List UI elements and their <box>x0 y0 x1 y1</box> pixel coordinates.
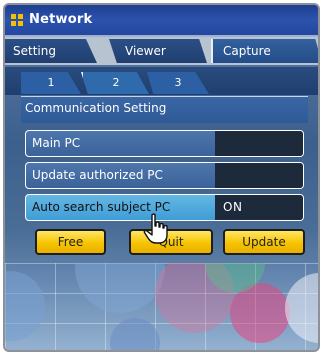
main-tabs: Setting Viewer Capture <box>5 37 318 65</box>
tab-setting[interactable]: Setting <box>5 39 97 63</box>
free-button[interactable]: Free <box>35 229 106 255</box>
network-window: Network Setting Viewer Capture 1 2 3 Com… <box>3 3 320 352</box>
setting-row-main-pc[interactable]: Main PC <box>25 130 304 157</box>
row-label: Auto search subject PC <box>32 200 171 214</box>
subtab-2[interactable]: 2 <box>81 72 149 94</box>
section-header: Communication Setting <box>21 96 308 123</box>
background-decoration <box>5 263 318 350</box>
row-value-field[interactable] <box>215 131 303 156</box>
row-label: Main PC <box>32 136 81 150</box>
sub-tabs: 1 2 3 <box>5 67 318 95</box>
title-bar: Network <box>5 5 318 37</box>
row-value: ON <box>223 200 243 214</box>
tab-viewer[interactable]: Viewer <box>109 39 207 63</box>
section-title: Communication Setting <box>25 101 167 115</box>
subtab-3[interactable]: 3 <box>147 72 209 94</box>
quit-button[interactable]: Quit <box>129 229 213 255</box>
row-value-field[interactable] <box>215 163 303 188</box>
grid-icon <box>11 14 25 28</box>
row-label: Update authorized PC <box>32 168 163 182</box>
setting-row-update-authorized-pc[interactable]: Update authorized PC <box>25 162 304 189</box>
window-title: Network <box>29 12 93 27</box>
row-value-field[interactable]: ON <box>215 195 303 220</box>
tab-capture[interactable]: Capture <box>211 39 318 63</box>
update-button[interactable]: Update <box>223 229 305 255</box>
hand-pointer-icon <box>143 213 168 244</box>
subtab-1[interactable]: 1 <box>21 72 81 94</box>
